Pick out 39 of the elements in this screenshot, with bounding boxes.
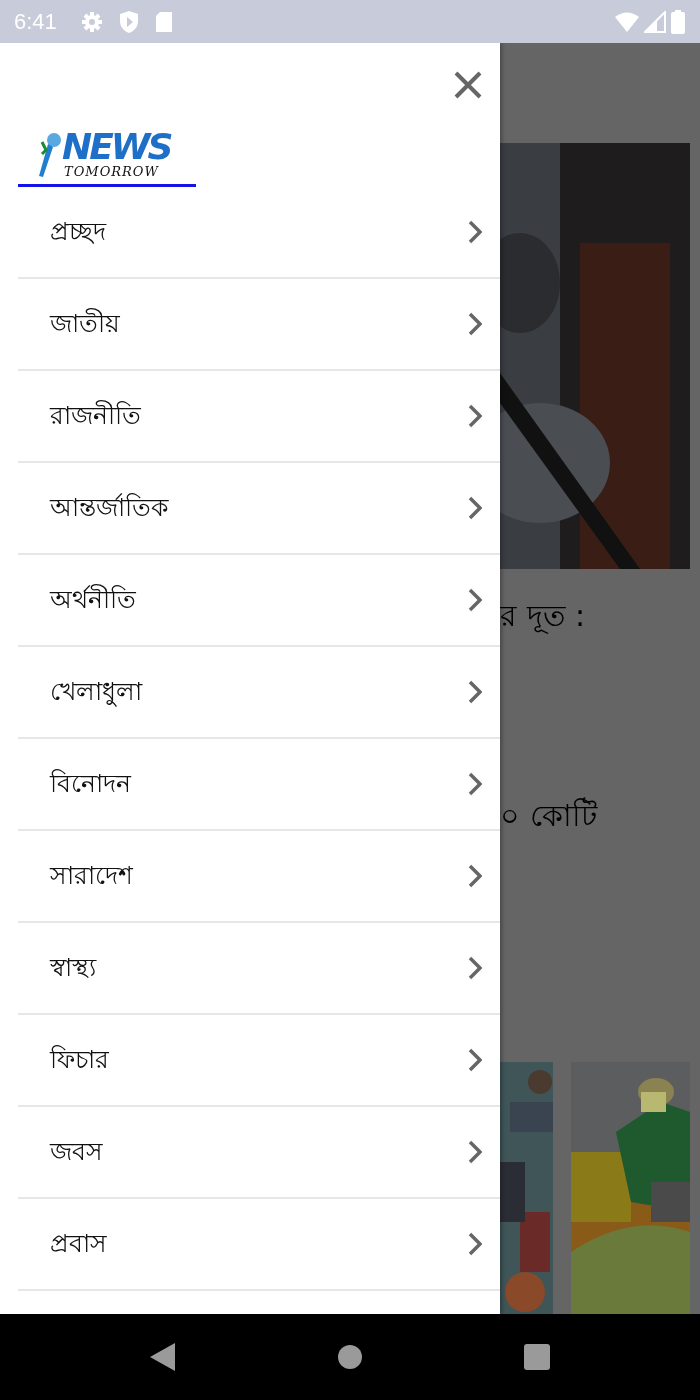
close-icon[interactable]	[454, 71, 482, 99]
signal-icon	[644, 10, 666, 33]
chevron-right-icon	[468, 772, 482, 796]
menu-item[interactable]: বিনোদন	[18, 739, 500, 831]
chevron-right-icon	[468, 496, 482, 520]
menu-item[interactable]: প্রচ্ছদ	[18, 187, 500, 279]
chevron-right-icon	[468, 1140, 482, 1164]
chevron-right-icon	[468, 1048, 482, 1072]
menu-item[interactable]: খেলাধুলা	[18, 647, 500, 739]
menu-item[interactable]: অর্থনীতি	[18, 555, 500, 647]
home-icon[interactable]	[337, 1344, 363, 1370]
menu-item[interactable]: জবস	[18, 1107, 500, 1199]
sd-card-icon	[154, 10, 173, 33]
chevron-right-icon	[468, 1232, 482, 1256]
menu-item[interactable]: জাতীয়	[18, 279, 500, 371]
logo-tagline: TOMORROW	[64, 165, 160, 178]
chevron-right-icon	[468, 956, 482, 980]
shield-play-icon	[118, 9, 139, 34]
menu-item[interactable]: রাজনীতি	[18, 371, 500, 463]
menu-item[interactable]: স্বাস্থ্য	[18, 923, 500, 1015]
chevron-right-icon	[468, 864, 482, 888]
menu-item[interactable]: ফিচার	[18, 1015, 500, 1107]
settings-icon	[80, 10, 103, 33]
menu-item[interactable]: প্রবাস	[18, 1199, 500, 1291]
menu-item[interactable]: সারাদেশ	[18, 831, 500, 923]
back-icon[interactable]	[149, 1342, 177, 1372]
chevron-right-icon	[468, 404, 482, 428]
recents-icon[interactable]	[523, 1343, 551, 1371]
chevron-right-icon	[468, 588, 482, 612]
battery-icon	[670, 9, 686, 34]
headline-text: ০ কোটি	[500, 796, 597, 835]
chevron-right-icon	[468, 680, 482, 704]
microphone-icon	[36, 132, 62, 178]
logo-wordmark: NEWS	[62, 129, 171, 165]
chevron-right-icon	[468, 220, 482, 244]
chevron-right-icon	[468, 312, 482, 336]
headline-text: র দূত :	[500, 597, 586, 636]
wifi-icon	[614, 10, 640, 33]
menu-item[interactable]: আন্তর্জাতিক	[18, 463, 500, 555]
